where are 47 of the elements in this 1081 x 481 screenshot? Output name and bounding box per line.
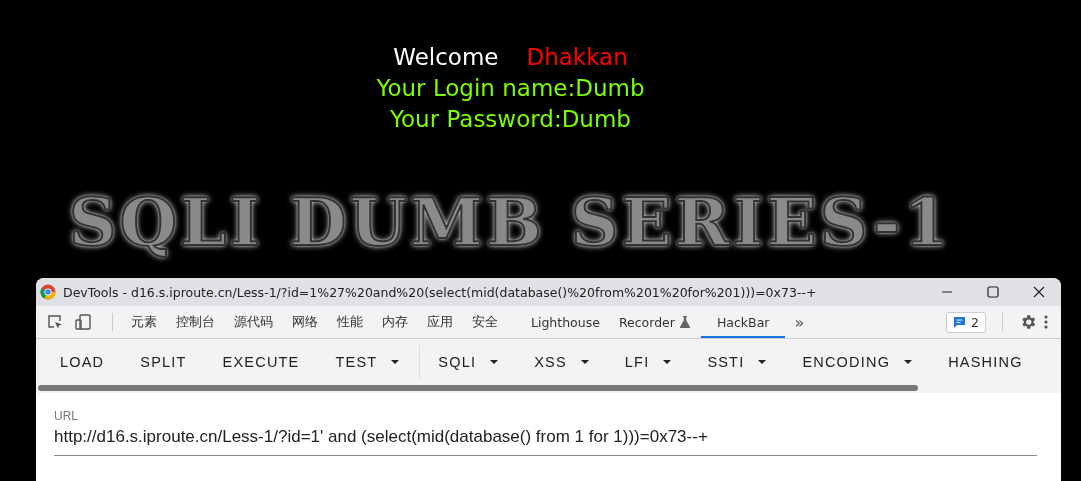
browser-logo-icon [40,284,56,300]
more-options-icon[interactable] [1043,314,1049,330]
login-name: Your Login name:Dumb [376,74,645,103]
panel-tab[interactable]: Lighthouse [523,306,608,338]
caret-icon [580,360,589,364]
panel-tab[interactable]: 源代码 [226,306,281,338]
caret-icon [904,360,913,364]
url-field[interactable]: URL http://d16.s.iproute.cn/Less-1/?id=1' and (select(mid(database() from 1 for 1)))=0x73--+ [54,409,1037,456]
url-value: http://d16.s.iproute.cn/Less-1/?id=1' and (select(mid(database() from 1 for 1)))=0x73--+ [54,427,709,447]
user-name: Dhakkan [526,43,628,72]
welcome-label: Welcome [393,43,499,72]
issues-count: 2 [971,314,979,330]
hackbar-action[interactable]: LFI [624,354,672,370]
caret-icon [663,360,672,364]
more-tabs[interactable]: » [788,312,811,332]
maximize-icon[interactable] [987,286,999,298]
caret-icon [758,360,767,364]
caret-icon [391,360,400,364]
logo-title: SQLI DUMB SERIES-1 [68,183,953,261]
issues-button[interactable]: 2 [946,311,986,333]
hackbar-action[interactable]: ENCODING [802,354,913,370]
panel-tab[interactable]: 应用 [419,306,461,338]
field-label: URL [54,409,79,423]
panel-tab[interactable]: 性能 [329,306,371,338]
panel-tab[interactable]: Recorder [610,306,698,338]
flask-icon [679,316,690,328]
hackbar-action[interactable]: XSS [534,354,589,370]
panel-tab[interactable]: 控制台 [168,306,223,338]
hackbar-action[interactable]: SQLI [438,354,499,370]
panel-tab[interactable]: 元素 [123,306,165,338]
hackbar-action[interactable]: LOAD [60,354,105,370]
hackbar-action[interactable]: SPLIT [140,354,187,370]
password-text: Your Password:Dumb [390,105,631,134]
caret-icon [490,360,499,364]
window-title: DevTools - d16.s.iproute.cn/Less-1/?id=1%27%20and%20(select(mid(database()%20from%201%20for%201)))=0x73--+ [63,284,817,300]
scrollbar[interactable] [38,385,918,391]
hackbar-action[interactable]: HASHING [948,354,1023,370]
inspect-icon[interactable] [46,313,64,331]
panel-tab[interactable]: 安全 [464,306,506,338]
hackbar-action[interactable]: SSTI [707,354,767,370]
close-icon[interactable] [1033,286,1045,298]
message-icon [953,315,967,329]
device-toggle-icon[interactable] [74,313,92,331]
hackbar-action[interactable]: EXECUTE [222,354,300,370]
hackbar-action[interactable]: TEST [335,354,400,370]
panel-tab[interactable]: 网络 [284,306,326,338]
panel-tab[interactable]: 内存 [374,306,416,338]
